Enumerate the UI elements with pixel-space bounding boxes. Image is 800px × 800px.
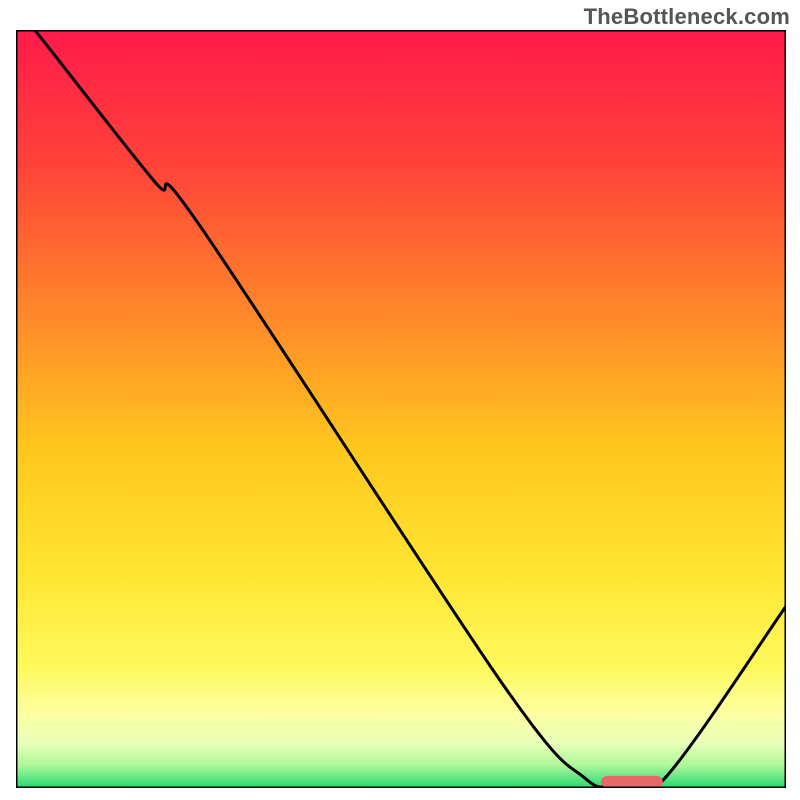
watermark-text: TheBottleneck.com xyxy=(584,4,790,30)
chart-plot xyxy=(16,30,786,788)
chart-svg xyxy=(16,30,786,788)
optimal-range-marker xyxy=(601,776,663,788)
gradient-background xyxy=(16,30,786,788)
chart-container: TheBottleneck.com xyxy=(0,0,800,800)
